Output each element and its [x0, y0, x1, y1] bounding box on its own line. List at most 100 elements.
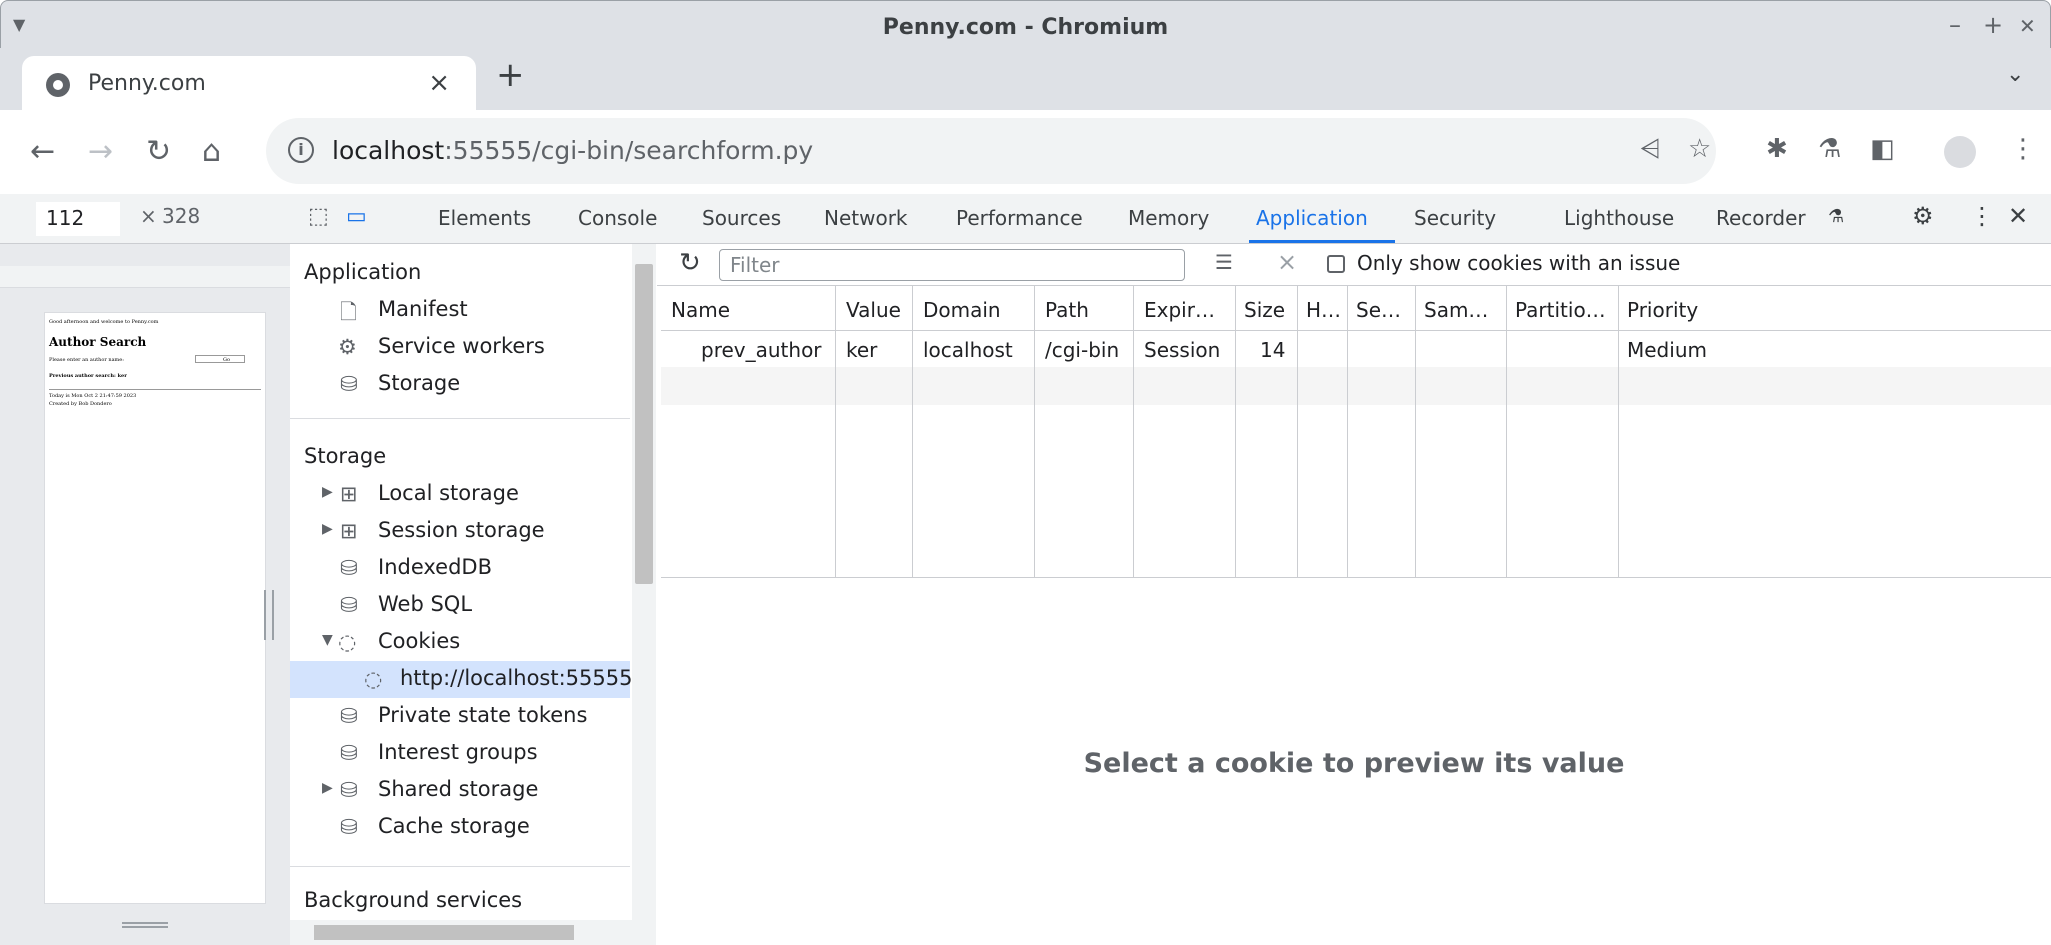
tab-search-chevron-icon[interactable]: ⌄ [2006, 62, 2024, 87]
tab-memory[interactable]: Memory [1128, 206, 1209, 230]
tab-performance[interactable]: Performance [956, 206, 1083, 230]
database-icon: ⛁ [340, 593, 358, 617]
viewport-bottom-resize-handle[interactable] [122, 922, 168, 928]
sidebar-item-interest-groups[interactable]: ⛁ Interest groups [290, 735, 630, 772]
bookmark-star-icon[interactable]: ☆ [1688, 134, 1711, 164]
header-httponly[interactable]: H… [1306, 298, 1341, 322]
inspect-element-icon[interactable]: ⬚ [308, 204, 329, 229]
cell-domain[interactable]: localhost [923, 338, 1013, 362]
devtools-menu-icon[interactable]: ⋮ [1970, 202, 1994, 230]
browser-menu-icon[interactable]: ⋮ [2010, 134, 2036, 164]
site-info-icon[interactable]: i [288, 137, 314, 163]
cell-priority[interactable]: Medium [1627, 338, 1707, 362]
sidebar-item-cookies-localhost[interactable]: ◌ http://localhost:55555 [290, 661, 632, 698]
sidebar-item-local-storage[interactable]: ▶ ⊞ Local storage [290, 476, 630, 513]
column-domain: Domain localhost [913, 286, 1035, 578]
header-size[interactable]: Size [1244, 298, 1285, 322]
home-button[interactable]: ⌂ [202, 134, 221, 169]
tab-network[interactable]: Network [824, 206, 908, 230]
tab-console[interactable]: Console [578, 206, 657, 230]
reload-button[interactable]: ↻ [146, 134, 171, 169]
labs-flask-icon[interactable]: ⚗ [1818, 134, 1841, 164]
scrollbar-thumb[interactable] [314, 925, 574, 940]
sidebar-item-private-state-tokens[interactable]: ⛁ Private state tokens [290, 698, 630, 735]
header-value[interactable]: Value [846, 298, 901, 322]
cell-path[interactable]: /cgi-bin [1045, 338, 1119, 362]
close-tab-icon[interactable]: × [428, 68, 450, 98]
url-text[interactable]: localhost:55555/cgi-bin/searchform.py [332, 136, 813, 165]
sidebar-item-storage-overview[interactable]: ⛁ Storage [290, 366, 630, 403]
expand-arrow-icon[interactable]: ▶ [322, 780, 333, 796]
sidebar-item-shared-storage[interactable]: ▶ ⛁ Shared storage [290, 772, 630, 809]
sidebar-item-cookies[interactable]: ▼ ◌ Cookies [290, 624, 630, 661]
forward-button[interactable]: → [88, 134, 113, 169]
close-devtools-icon[interactable]: ✕ [2008, 202, 2028, 230]
column-expires: Expir… Session [1134, 286, 1236, 578]
tab-sources[interactable]: Sources [702, 206, 781, 230]
header-samesite[interactable]: Sam… [1424, 298, 1488, 322]
delete-selected-icon[interactable]: × [1277, 248, 1297, 276]
table-grid-icon: ⊞ [340, 519, 358, 543]
preview-date: Today is Mon Oct 2 21:47:59 2023 [49, 393, 137, 399]
device-width-input[interactable]: 112 [36, 202, 120, 236]
clear-all-cookies-icon[interactable]: ☰ [1215, 250, 1233, 274]
sidebar-item-indexeddb[interactable]: ⛁ IndexedDB [290, 550, 630, 587]
tab-lighthouse[interactable]: Lighthouse [1564, 206, 1674, 230]
back-button[interactable]: ← [30, 134, 55, 169]
header-path[interactable]: Path [1045, 298, 1089, 322]
cell-size[interactable]: 14 [1260, 338, 1285, 362]
cell-value[interactable]: ker [846, 338, 877, 362]
header-priority[interactable]: Priority [1627, 298, 1698, 322]
collapse-arrow-icon[interactable]: ▼ [322, 632, 333, 648]
settings-gear-icon[interactable]: ⚙ [1912, 202, 1934, 230]
profile-avatar[interactable] [1944, 136, 1976, 168]
refresh-icon[interactable]: ↻ [679, 248, 701, 278]
cell-name[interactable]: prev_author [701, 338, 822, 362]
side-panel-icon[interactable]: ◧ [1870, 134, 1895, 164]
address-bar[interactable]: i localhost:55555/cgi-bin/searchform.py [266, 118, 1716, 184]
viewport-resize-handle[interactable] [264, 590, 274, 640]
device-toggle-icon[interactable]: ▭ [346, 204, 367, 229]
header-secure[interactable]: Se… [1356, 298, 1401, 322]
media-query-ruler [0, 266, 290, 288]
expand-arrow-icon[interactable]: ▶ [322, 484, 333, 500]
sidebar-scrollbar[interactable] [632, 244, 656, 945]
scrollbar-thumb[interactable] [635, 264, 653, 584]
expand-arrow-icon[interactable]: ▶ [322, 521, 333, 537]
maximize-button[interactable]: + [1983, 11, 2003, 39]
active-tab-indicator [1249, 240, 1395, 243]
sidebar-item-manifest[interactable]: 🗋 Manifest [290, 292, 630, 329]
browser-tab[interactable]: Penny.com × [22, 56, 476, 114]
device-height-input[interactable]: 328 [162, 204, 200, 228]
cookie-table[interactable]: Name prev_author Value ker Domain localh… [661, 286, 2051, 578]
sidebar-item-web-sql[interactable]: ⛁ Web SQL [290, 587, 630, 624]
filter-input[interactable]: Filter [719, 249, 1185, 281]
only-issues-checkbox[interactable] [1327, 255, 1345, 273]
header-expires[interactable]: Expir… [1144, 298, 1215, 322]
cell-expires[interactable]: Session [1144, 338, 1220, 362]
minimize-button[interactable]: – [1949, 11, 1961, 39]
column-size: Size 14 [1236, 286, 1298, 578]
header-partition[interactable]: Partitio… [1515, 298, 1606, 322]
new-tab-button[interactable]: + [496, 55, 525, 95]
section-storage: Storage [304, 444, 387, 468]
only-issues-label[interactable]: Only show cookies with an issue [1357, 251, 1680, 275]
tab-elements[interactable]: Elements [438, 206, 531, 230]
page-preview: Good afternoon and welcome to Penny.com … [44, 312, 266, 904]
sidebar-item-cache-storage[interactable]: ⛁ Cache storage [290, 809, 630, 846]
sidebar-item-session-storage[interactable]: ▶ ⊞ Session storage [290, 513, 630, 550]
sidebar-item-service-workers[interactable]: ⚙ Service workers [290, 329, 630, 366]
application-sidebar: Application 🗋 Manifest ⚙ Service workers… [290, 244, 656, 945]
tab-recorder[interactable]: Recorder [1716, 206, 1806, 230]
share-icon[interactable]: ⩤ [1640, 134, 1661, 165]
tab-application[interactable]: Application [1256, 206, 1368, 230]
sidebar-horizontal-scrollbar[interactable] [290, 920, 632, 945]
close-window-button[interactable]: ✕ [2019, 14, 2036, 38]
column-partition: Partitio… [1507, 286, 1619, 578]
extensions-puzzle-icon[interactable]: ✱ [1766, 134, 1788, 164]
header-name[interactable]: Name [671, 298, 730, 322]
dimension-times: × [140, 204, 157, 228]
column-path: Path /cgi-bin [1035, 286, 1134, 578]
header-domain[interactable]: Domain [923, 298, 1001, 322]
tab-security[interactable]: Security [1414, 206, 1496, 230]
